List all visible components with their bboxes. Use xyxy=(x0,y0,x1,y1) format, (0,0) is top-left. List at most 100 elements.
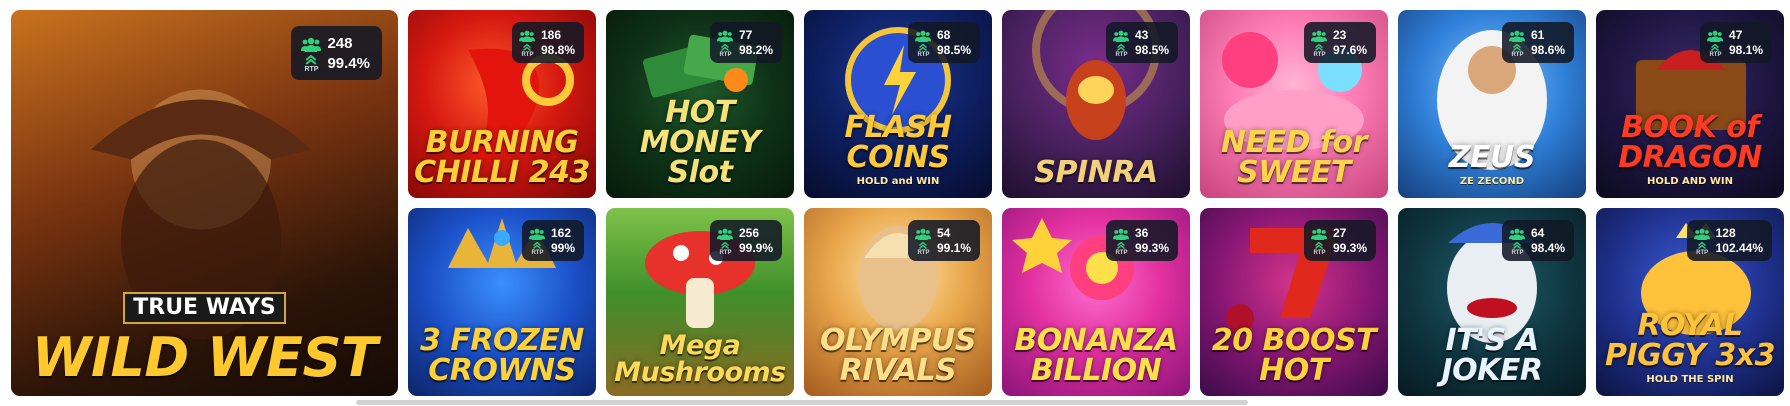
rtp-value: 99% xyxy=(550,241,575,255)
rtp-label: RTP xyxy=(531,249,544,256)
game-title: BURNING CHILLI 243 xyxy=(414,125,590,190)
game-title: OLYMPUS RIVALS xyxy=(820,323,976,388)
players-icon xyxy=(1311,228,1328,240)
rtp-label: RTP xyxy=(1115,51,1128,58)
rtp-value: 98.1% xyxy=(1728,43,1763,57)
players-icon xyxy=(300,37,322,52)
game-stats-badge: 68 RTP 98.5% xyxy=(907,22,980,63)
rtp-icon: RTP xyxy=(1707,43,1724,58)
player-count: 186 xyxy=(540,28,561,42)
game-tile-spinra[interactable]: 43 RTP 98.5% SPINRA xyxy=(1002,10,1190,198)
rtp-icon: RTP xyxy=(915,43,932,58)
rtp-icon: RTP xyxy=(529,241,546,256)
rtp-icon: RTP xyxy=(300,55,322,73)
rtp-label: RTP xyxy=(1313,51,1326,58)
players-icon xyxy=(915,30,932,42)
game-title: 3 FROZEN CROWNS xyxy=(420,323,584,388)
players-icon xyxy=(1694,228,1711,240)
player-count: 128 xyxy=(1715,226,1736,240)
rtp-label: RTP xyxy=(304,66,319,73)
rtp-value: 98.8% xyxy=(540,43,575,57)
game-stats-badge: 43 RTP 98.5% xyxy=(1105,22,1178,63)
game-tile-book-of-dragon[interactable]: 47 RTP 98.1% BOOK of DRAGON HOLD AND WIN xyxy=(1596,10,1784,198)
rtp-icon: RTP xyxy=(1509,43,1526,58)
players-icon xyxy=(915,228,932,240)
rtp-value: 97.6% xyxy=(1332,43,1367,57)
game-logo: OLYMPUS RIVALS xyxy=(804,326,992,386)
game-logo: ZEUS ZE ZECOND xyxy=(1398,143,1586,188)
players-icon xyxy=(1509,30,1526,42)
rtp-icon: RTP xyxy=(1113,43,1130,58)
rtp-label: RTP xyxy=(1313,249,1326,256)
game-stats-badge: 54 RTP 99.1% xyxy=(907,220,980,261)
game-stats-badge: 47 RTP 98.1% xyxy=(1699,22,1772,63)
rtp-value: 98.4% xyxy=(1530,241,1565,255)
game-tile-3-frozen-crowns[interactable]: 162 RTP 99% 3 FROZEN CROWNS xyxy=(408,208,596,396)
game-tile-burning-chilli-243[interactable]: 186 RTP 98.8% BURNING CHILLI 243 xyxy=(408,10,596,198)
game-title: ZEUS xyxy=(1448,140,1536,175)
players-icon xyxy=(1311,30,1328,42)
players-icon xyxy=(717,228,734,240)
game-tile-mega-mushrooms[interactable]: 256 RTP 99.9% Mega Mushrooms xyxy=(606,208,794,396)
rtp-icon: RTP xyxy=(1311,43,1328,58)
rtp-icon: RTP xyxy=(1694,241,1711,256)
game-title: ROYAL PIGGY 3x3 xyxy=(1605,308,1775,373)
game-title: Mega Mushrooms xyxy=(614,330,786,388)
game-stats-badge: 27 RTP 99.3% xyxy=(1303,220,1376,261)
game-subtitle: ZE ZECOND xyxy=(1459,176,1525,187)
players-icon xyxy=(1509,228,1526,240)
rtp-value: 98.5% xyxy=(1134,43,1169,57)
rtp-icon: RTP xyxy=(915,241,932,256)
rtp-icon: RTP xyxy=(717,241,734,256)
player-count: 23 xyxy=(1332,28,1347,42)
game-tile-flash-coins[interactable]: 68 RTP 98.5% FLASH COINS HOLD and WIN xyxy=(804,10,992,198)
player-count: 256 xyxy=(738,226,759,240)
rtp-label: RTP xyxy=(521,51,534,58)
rtp-label: RTP xyxy=(917,51,930,58)
player-count: 61 xyxy=(1530,28,1545,42)
game-logo: HOT MONEY Slot xyxy=(606,98,794,188)
game-tile-wild-west[interactable]: 248 RTP 99.4% TRUE WAYS WILD WEST xyxy=(11,10,398,396)
game-logo: SPINRA xyxy=(1002,158,1190,188)
game-tile-olympus-rivals[interactable]: 54 RTP 99.1% OLYMPUS RIVALS xyxy=(804,208,992,396)
game-title: FLASH COINS xyxy=(844,110,952,175)
game-tile-20-boost-hot[interactable]: 27 RTP 99.3% 20 BOOST HOT xyxy=(1200,208,1388,396)
game-stats-badge: 256 RTP 99.9% xyxy=(709,220,782,261)
player-count: 162 xyxy=(550,226,571,240)
game-logo: BONANZA BILLION xyxy=(1002,326,1190,386)
game-logo: 3 FROZEN CROWNS xyxy=(408,326,596,386)
game-stats-badge: 64 RTP 98.4% xyxy=(1501,220,1574,261)
game-tile-bonanza-billion[interactable]: 36 RTP 99.3% BONANZA BILLION xyxy=(1002,208,1190,396)
game-logo: Mega Mushrooms xyxy=(606,332,794,386)
player-count: 248 xyxy=(327,35,353,52)
game-tile-its-a-joker[interactable]: 64 RTP 98.4% IT'S A JOKER xyxy=(1398,208,1586,396)
game-tile-zeus-ze-zecond[interactable]: 61 RTP 98.6% ZEUS ZE ZECOND xyxy=(1398,10,1586,198)
game-stats-badge: 248 RTP 99.4% xyxy=(291,26,382,80)
player-count: 54 xyxy=(936,226,951,240)
rtp-label: RTP xyxy=(917,249,930,256)
horizontal-scrollbar[interactable] xyxy=(356,400,1248,405)
game-title: NEED for SWEET xyxy=(1221,125,1367,190)
game-title: 20 BOOST HOT xyxy=(1211,323,1377,388)
rtp-label: RTP xyxy=(719,249,732,256)
rtp-label: RTP xyxy=(1115,249,1128,256)
game-stats-badge: 77 RTP 98.2% xyxy=(709,22,782,63)
game-logo: TRUE WAYS WILD WEST xyxy=(11,289,398,386)
game-tile-royal-piggy-3x3[interactable]: 128 RTP 102.44% ROYAL PIGGY 3x3 HOLD THE SPI… xyxy=(1596,208,1784,396)
game-logo: IT'S A JOKER xyxy=(1398,326,1586,386)
rtp-value: 99.3% xyxy=(1332,241,1367,255)
rtp-value: 99.4% xyxy=(327,55,370,72)
players-icon xyxy=(717,30,734,42)
players-icon xyxy=(1113,30,1130,42)
rtp-label: RTP xyxy=(1511,249,1524,256)
game-title: IT'S A JOKER xyxy=(1441,323,1543,388)
game-stats-badge: 23 RTP 97.6% xyxy=(1303,22,1376,63)
game-tile-hot-money-slot[interactable]: 77 RTP 98.2% HOT MONEY Slot xyxy=(606,10,794,198)
game-stats-badge: 61 RTP 98.6% xyxy=(1501,22,1574,63)
player-count: 27 xyxy=(1332,226,1347,240)
game-tile-need-for-sweet[interactable]: 23 RTP 97.6% NEED for SWEET xyxy=(1200,10,1388,198)
game-stats-badge: 128 RTP 102.44% xyxy=(1686,220,1772,261)
players-icon xyxy=(1113,228,1130,240)
player-count: 43 xyxy=(1134,28,1149,42)
rtp-value: 99.9% xyxy=(738,241,773,255)
